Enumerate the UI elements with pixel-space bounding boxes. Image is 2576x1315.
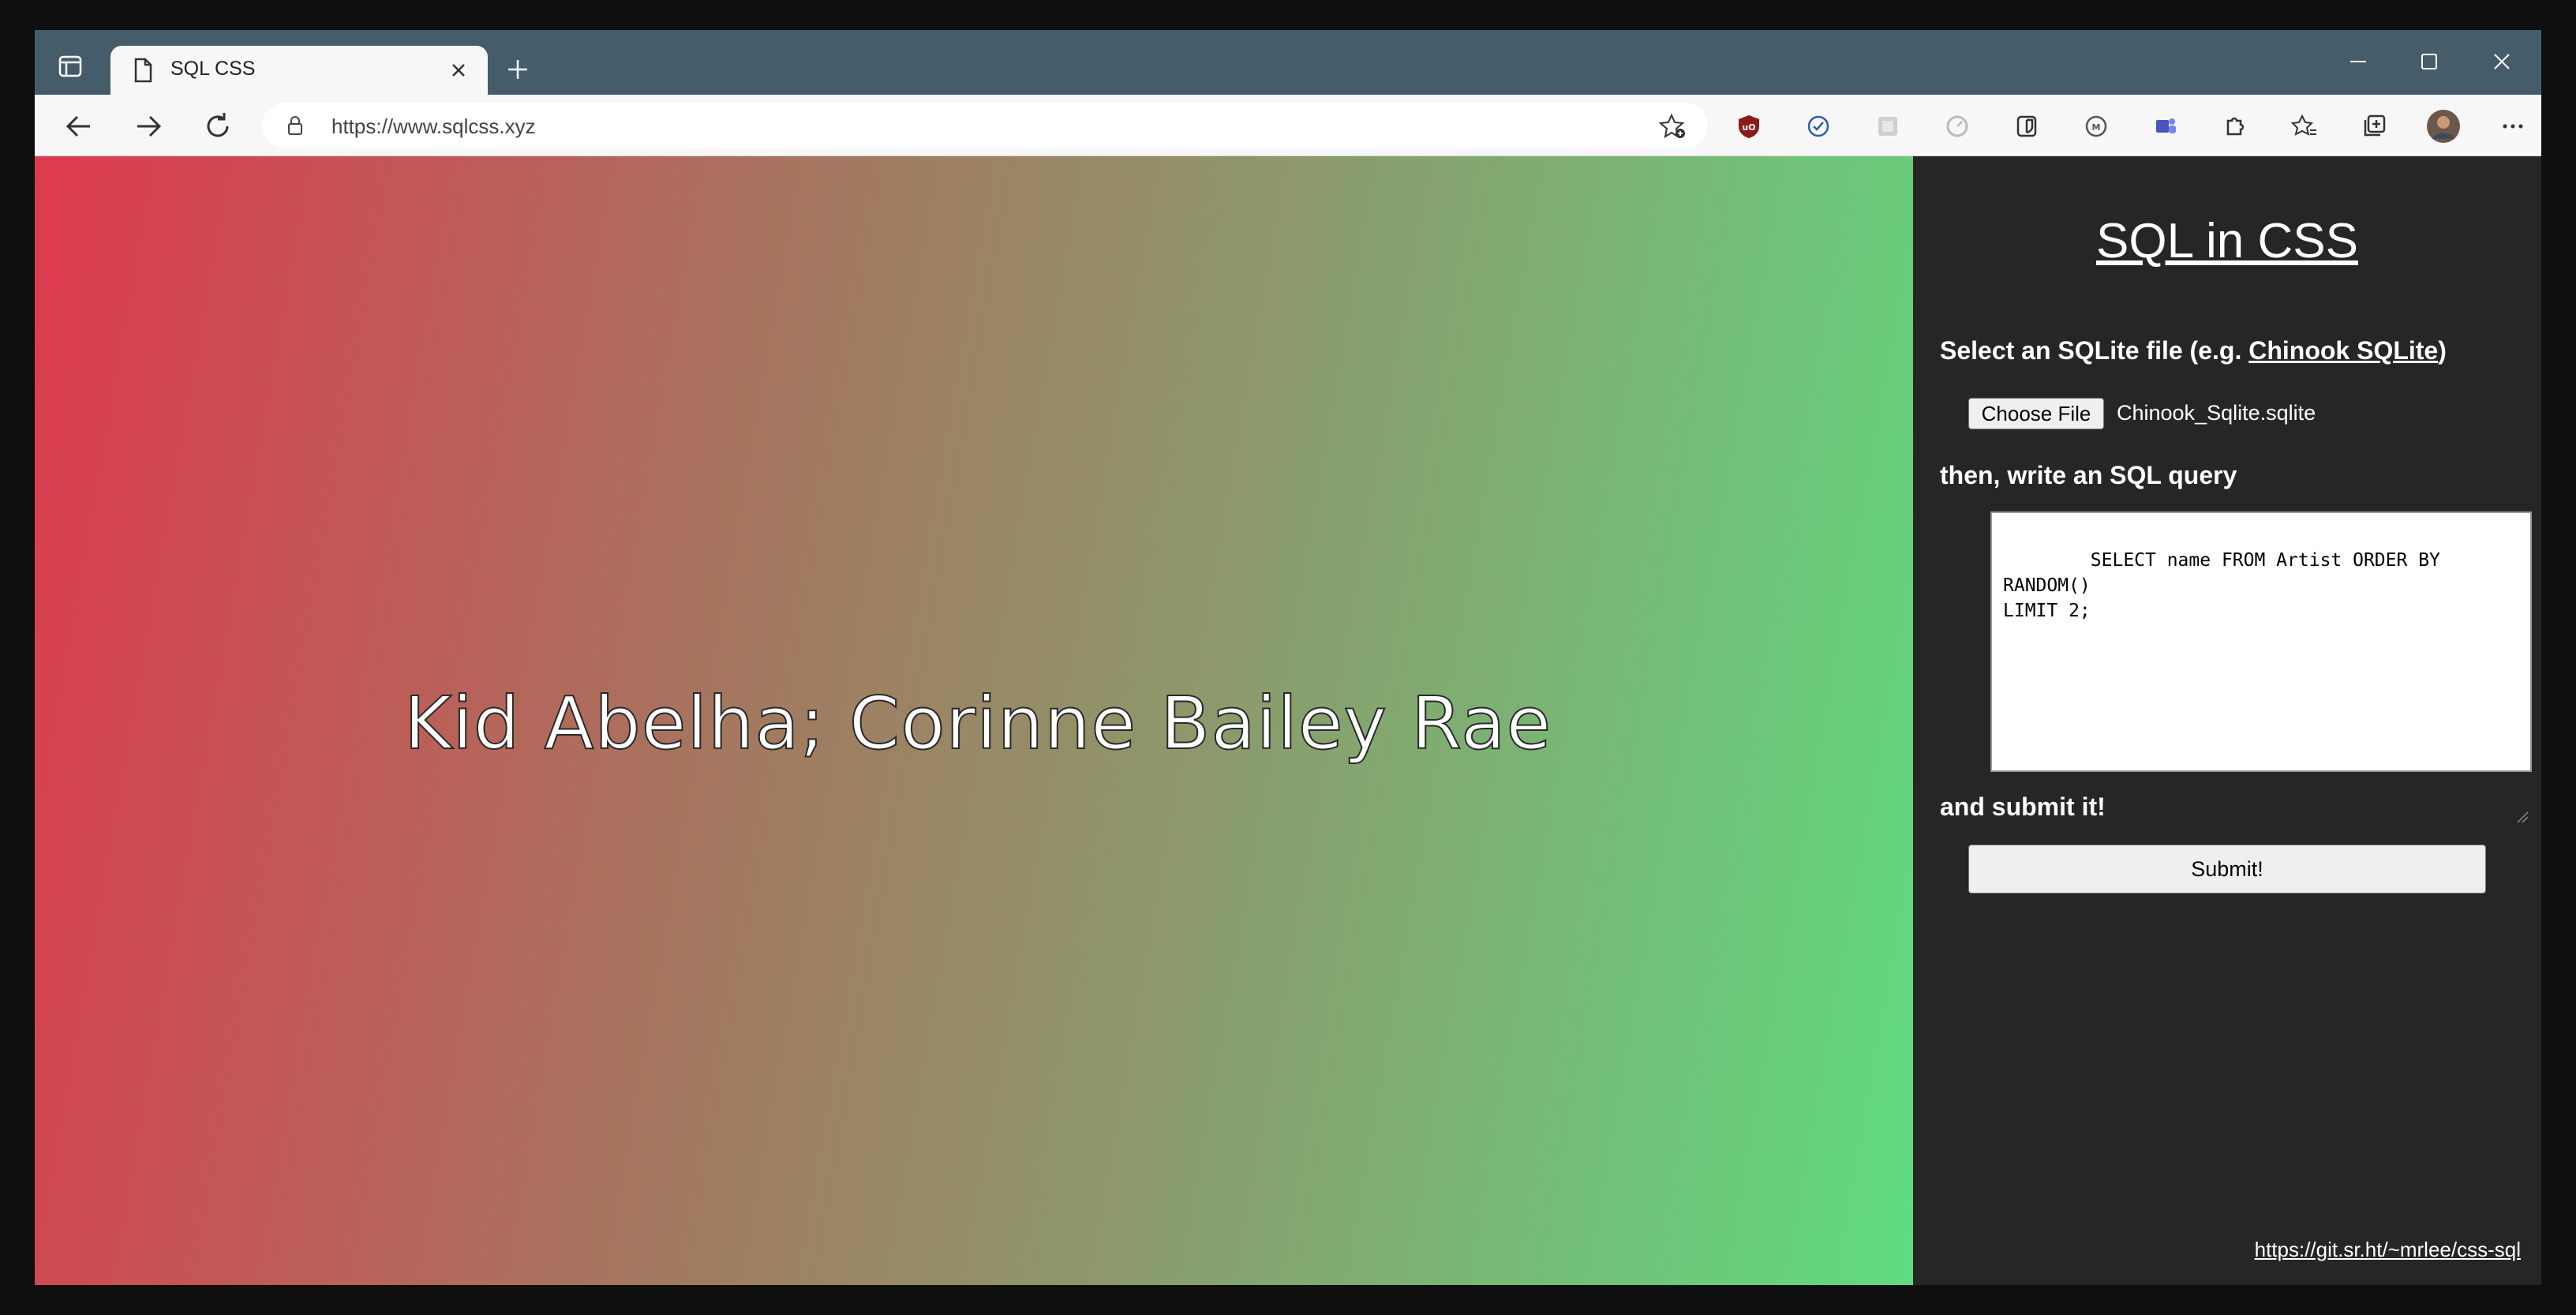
tab-title: SQL CSS	[170, 58, 256, 80]
select-file-label: Select an SQLite file (e.g. Chinook SQLi…	[1940, 336, 2447, 365]
choose-file-button[interactable]: Choose File	[1968, 398, 2104, 429]
speedometer-icon[interactable]	[1940, 109, 1975, 144]
puzzle-icon[interactable]	[2218, 109, 2252, 144]
close-icon[interactable]	[445, 57, 472, 84]
select-label-suffix: )	[2438, 336, 2447, 365]
sql-query-textarea[interactable]: SELECT name FROM Artist ORDER BY RANDOM(…	[1990, 511, 2532, 823]
selected-file-name: Chinook_Sqlite.sqlite	[2117, 401, 2316, 425]
select-label-prefix: Select an SQLite file (e.g.	[1940, 336, 2249, 365]
ublock-icon[interactable]: uO	[1732, 109, 1766, 144]
minimize-icon[interactable]	[2341, 46, 2376, 77]
new-tab-icon[interactable]	[502, 54, 534, 85]
tab-actions-icon[interactable]	[51, 51, 90, 82]
query-result-text: Kid Abelha; Corinne Bailey Rae	[403, 680, 1552, 766]
forward-icon[interactable]	[131, 109, 166, 144]
metamask-icon[interactable]: M	[2079, 109, 2114, 144]
more-icon[interactable]	[2496, 109, 2530, 144]
window-close-icon[interactable]	[2484, 46, 2519, 77]
address-bar[interactable]: https://www.sqlcss.xyz	[262, 103, 1708, 148]
navigation-bar: https://www.sqlcss.xyz uO M	[35, 95, 2541, 156]
check-circle-icon[interactable]	[1801, 109, 1836, 144]
sql-panel: SQL in CSS Select an SQLite file (e.g. C…	[1913, 156, 2541, 1285]
gradient-result-area: Kid Abelha; Corinne Bailey Rae	[35, 156, 1913, 1285]
page-icon	[129, 57, 156, 84]
page-title: SQL in CSS	[2096, 214, 2358, 268]
collections-icon[interactable]	[2357, 109, 2391, 144]
lock-icon[interactable]	[284, 114, 306, 137]
tab-sql-css[interactable]: SQL CSS	[110, 46, 488, 95]
avatar[interactable]	[2426, 109, 2461, 144]
url-text: https://www.sqlcss.xyz	[331, 114, 536, 138]
page-content: Kid Abelha; Corinne Bailey Rae SQL in CS…	[35, 156, 2541, 1285]
tab-bar: SQL CSS	[35, 30, 2541, 95]
source-repo-link[interactable]: https://git.sr.ht/~mrlee/css-sql	[2255, 1238, 2521, 1262]
browser-window: SQL CSS https://www.sqlcss.xyz uO M Kid …	[35, 30, 2541, 1285]
reload-icon[interactable]	[200, 109, 235, 144]
chinook-sqlite-link[interactable]: Chinook SQLite	[2248, 336, 2438, 365]
back-icon[interactable]	[62, 109, 96, 144]
teams-icon[interactable]	[2148, 109, 2183, 144]
write-query-label: then, write an SQL query	[1940, 461, 2237, 489]
grid-icon[interactable]	[1870, 109, 1905, 144]
bitwarden-icon[interactable]	[2009, 109, 2044, 144]
svg-text:uO: uO	[1742, 122, 1755, 133]
submit-label: and submit it!	[1940, 792, 2106, 821]
maximize-icon[interactable]	[2412, 46, 2447, 77]
svg-text:M: M	[2092, 122, 2101, 133]
favorites-icon[interactable]	[2287, 109, 2322, 144]
add-favorite-icon[interactable]	[1658, 112, 1687, 140]
resize-handle-icon[interactable]	[2514, 755, 2529, 823]
submit-button[interactable]: Submit!	[1968, 845, 2486, 894]
sql-query-text: SELECT name FROM Artist ORDER BY RANDOM(…	[2003, 550, 2440, 621]
